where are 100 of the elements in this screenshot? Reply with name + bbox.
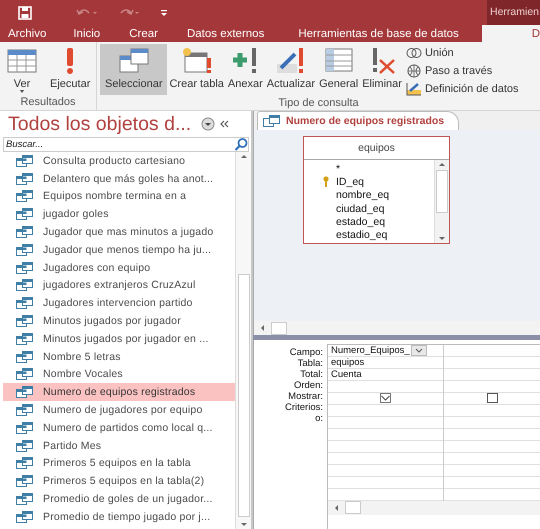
scroll-thumb[interactable]	[271, 322, 287, 335]
query-item[interactable]: Promedio de tiempo jugado por j...	[3, 508, 235, 526]
grid-cell[interactable]: Cuenta	[328, 368, 443, 381]
query-icon	[16, 510, 33, 523]
query-item[interactable]: Delantero que más goles ha anot...	[3, 170, 235, 188]
row-label: Mostrar:	[288, 390, 323, 402]
field-name[interactable]: ciudad_eq	[304, 202, 434, 216]
query-icon	[16, 457, 33, 470]
ribbon-tab[interactable]: Datos externos	[178, 25, 290, 42]
query-icon	[16, 279, 33, 292]
row-label: o:	[315, 412, 323, 424]
query-icon	[16, 172, 33, 185]
row-label: Orden:	[294, 380, 323, 391]
scroll-thumb[interactable]	[436, 170, 448, 214]
ribbon-button[interactable]: Unión	[404, 44, 520, 61]
query-item[interactable]: Numero de equipos registrados	[3, 383, 235, 402]
ribbon-tab[interactable]: Archivo	[0, 25, 64, 42]
ribbon-tab[interactable]: Herramientas de base de datos	[289, 25, 468, 42]
ribbon-tab[interactable]: D	[482, 25, 540, 42]
query-item[interactable]: Minutos jugados por jugador en ...	[3, 330, 235, 348]
field-name[interactable]: *	[304, 162, 434, 176]
query-item[interactable]: Numero de partidos como local q...	[3, 418, 235, 437]
ribbon-tab[interactable]: Inicio	[64, 25, 120, 42]
query-icon	[16, 190, 33, 202]
query-icon	[16, 440, 33, 452]
row-label: Tabla:	[298, 358, 323, 369]
globe-icon	[406, 64, 422, 78]
group-label: Tipo de consulta	[277, 97, 360, 111]
query-icon	[16, 297, 33, 310]
ribbon-button[interactable]: Paso a través	[404, 62, 520, 79]
ribbon-tab[interactable]: Crear	[120, 25, 178, 42]
query-item[interactable]: Primeros 5 equipos en la tabla	[3, 454, 235, 472]
dropdown-icon[interactable]	[201, 117, 216, 131]
query-item[interactable]: Nombre 5 letras	[3, 348, 235, 366]
query-icon	[16, 226, 33, 238]
query-icon	[16, 368, 33, 380]
query-item[interactable]: Jugadores con equipo	[3, 258, 235, 277]
pencil-ruler-icon	[406, 82, 422, 96]
scrollbar[interactable]	[235, 152, 251, 529]
query-icon	[16, 475, 33, 488]
query-icon	[16, 404, 33, 416]
collapse-icon[interactable]	[219, 120, 230, 128]
field-name[interactable]: ID_eq	[304, 175, 434, 189]
ribbon-button[interactable]: Anexar	[226, 44, 265, 95]
query-item[interactable]: jugadores extranjeros CruzAzul	[3, 276, 235, 294]
navigation-pane-title[interactable]: Todos los objetos d...	[8, 112, 192, 136]
ribbon-button[interactable]: Seleccionar	[100, 44, 168, 95]
query-item[interactable]: Jugador que menos tiempo ha ju...	[3, 240, 235, 259]
rings-icon	[406, 46, 422, 60]
query-item[interactable]: Promedio de goles de un jugador...	[3, 490, 235, 508]
ribbon-button[interactable]: Ejecutar	[44, 44, 96, 95]
query-item[interactable]: jugador goles	[3, 205, 235, 224]
query-item[interactable]: Numero de jugadores por equipo	[3, 401, 235, 419]
search-icon[interactable]	[234, 138, 248, 151]
show-checkbox[interactable]	[486, 393, 498, 404]
query-item[interactable]: Primeros 5 equipos en la tabla(2)	[3, 472, 235, 490]
ribbon-button[interactable]: Actualizar	[264, 44, 318, 95]
exclamation-icon	[66, 46, 74, 76]
query-icon	[16, 154, 33, 167]
row-label: Criterios:	[284, 402, 323, 413]
field-name[interactable]: estado_eq	[304, 215, 434, 229]
table-field-list[interactable]: equipos * ID_eq nombre_eq ciudad_eq estado_eq estadio_eq	[303, 136, 450, 244]
query-item[interactable]: Minutos jugados por jugador	[3, 312, 235, 330]
grid-cell[interactable]	[444, 392, 540, 405]
search-field[interactable]: Buscar...	[3, 137, 249, 152]
ribbon-button[interactable]: Crear tabla	[167, 44, 226, 95]
show-checkbox[interactable]	[380, 393, 391, 404]
scroll-thumb[interactable]	[345, 501, 361, 514]
grid-cell[interactable]: equipos	[328, 356, 443, 369]
ribbon-button[interactable]: Eliminar	[360, 44, 404, 95]
query-icon	[16, 386, 33, 398]
field-name[interactable]: estadio_eq	[304, 228, 434, 242]
ribbon-button[interactable]: Ver	[0, 44, 44, 95]
query-item[interactable]: Jugador que mas minutos a jugado	[3, 223, 235, 241]
save-icon[interactable]	[18, 6, 32, 20]
dropdown-icon[interactable]	[410, 344, 427, 356]
query-item[interactable]: Nombre Vocales	[3, 366, 235, 384]
query-item[interactable]: Partido Mes	[3, 436, 235, 455]
query-icon	[16, 422, 33, 434]
scrollbar[interactable]	[254, 321, 540, 336]
query-icon	[16, 262, 33, 274]
row-label: Campo:	[290, 346, 323, 358]
row-label: Total:	[300, 368, 323, 380]
field-name[interactable]: nombre_eq	[304, 188, 434, 202]
query-icon	[263, 115, 280, 128]
query-icon	[16, 315, 33, 328]
document-tab[interactable]: Numero de equipos registrados	[257, 111, 460, 130]
query-icon	[16, 208, 33, 220]
grid-cell[interactable]: Numero_Equipos_	[328, 344, 443, 357]
ribbon-button[interactable]: General	[317, 44, 360, 95]
grid-cell[interactable]	[328, 392, 443, 405]
query-item[interactable]: Consulta producto cartesiano	[3, 152, 235, 170]
customize-icon[interactable]	[160, 8, 168, 16]
query-item[interactable]: Equipos nombre termina en a	[3, 188, 235, 206]
contextual-tab-title: Herramien	[486, 0, 540, 25]
scrollbar[interactable]	[328, 500, 540, 515]
query-icon	[16, 332, 33, 345]
query-item[interactable]: Jugadores intervencion partido	[3, 294, 235, 312]
scroll-thumb[interactable]	[238, 274, 250, 517]
ribbon-button[interactable]: Definición de datos	[404, 80, 520, 97]
